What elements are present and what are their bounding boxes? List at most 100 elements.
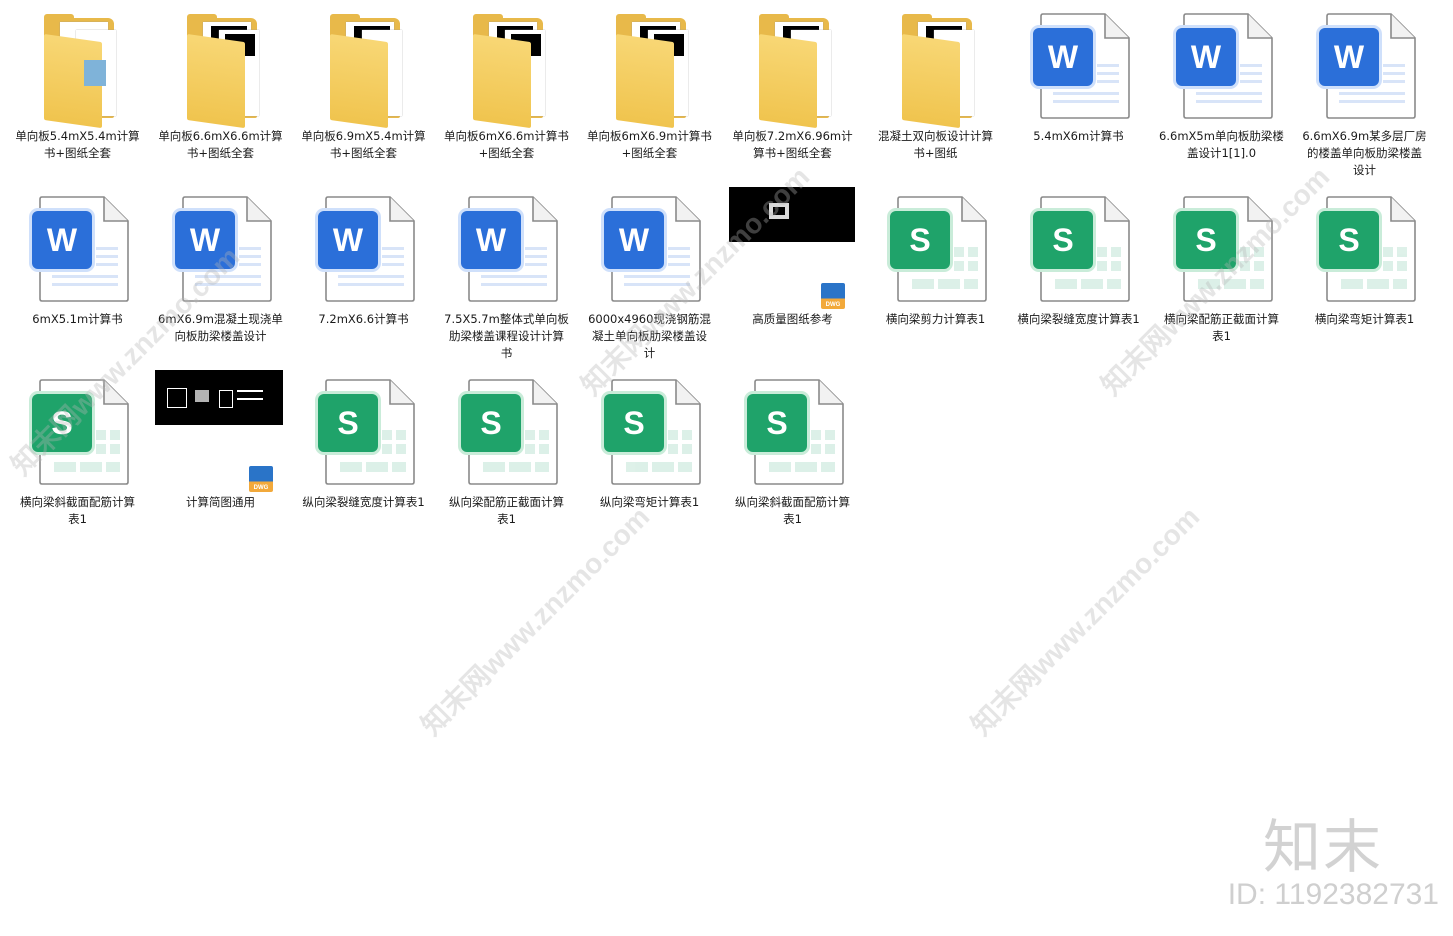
- spreadsheet-icon: S: [435, 366, 578, 488]
- file-item[interactable]: S 横向梁斜截面配筋计算表1: [6, 366, 149, 546]
- file-label: 6mX6.9m混凝土现浇单向板肋梁楼盖设计: [158, 312, 283, 343]
- file-label: 纵向梁斜截面配筋计算表1: [735, 495, 850, 526]
- file-label: 单向板6.9mX5.4m计算书+图纸全套: [301, 129, 426, 160]
- spreadsheet-icon: S: [1150, 183, 1293, 305]
- file-label: 横向梁弯矩计算表1: [1314, 312, 1415, 326]
- file-label: 单向板7.2mX6.96m计算书+图纸全套: [732, 129, 853, 160]
- file-label: 6.6mX6.9m某多层厂房的楼盖单向板肋梁楼盖设计: [1302, 129, 1427, 177]
- file-label: 纵向梁弯矩计算表1: [599, 495, 700, 509]
- file-item[interactable]: 单向板6mX6.6m计算书+图纸全套: [435, 0, 578, 180]
- file-item[interactable]: W 6mX5.1m计算书: [6, 183, 149, 363]
- sheet-s-icon: S: [1033, 211, 1093, 269]
- word-doc-icon: W: [578, 183, 721, 305]
- spreadsheet-icon: S: [6, 366, 149, 488]
- file-label: 计算简图通用: [186, 495, 255, 509]
- file-label: 混凝土双向板设计计算书+图纸: [878, 129, 993, 160]
- spreadsheet-icon: S: [721, 366, 864, 488]
- file-label: 单向板6.6mX6.6m计算书+图纸全套: [158, 129, 283, 160]
- file-item[interactable]: S 横向梁剪力计算表1: [864, 183, 1007, 363]
- word-doc-icon: W: [1007, 0, 1150, 122]
- file-grid: 单向板5.4mX5.4m计算书+图纸全套 单向板6.6mX6.6m计算书+图纸全…: [0, 0, 1453, 936]
- file-item[interactable]: S 横向梁裂缝宽度计算表1: [1007, 183, 1150, 363]
- file-item[interactable]: W 6000x4960现浇钢筋混凝土单向板肋梁楼盖设计: [578, 183, 721, 363]
- dwg-badge-icon: DWG: [249, 466, 273, 492]
- brand-logo: 知末: [1262, 813, 1383, 881]
- folder-icon: [435, 0, 578, 129]
- file-item[interactable]: W 6mX6.9m混凝土现浇单向板肋梁楼盖设计: [149, 183, 292, 363]
- file-label: 7.5X5.7m整体式单向板肋梁楼盖课程设计计算书: [444, 312, 569, 360]
- file-label: 横向梁裂缝宽度计算表1: [1017, 312, 1140, 326]
- folder-icon: [721, 0, 951, 129]
- word-w-icon: W: [1176, 28, 1236, 86]
- file-label: 横向梁剪力计算表1: [885, 312, 986, 326]
- spreadsheet-icon: S: [864, 183, 1007, 305]
- word-w-icon: W: [318, 211, 378, 269]
- sheet-s-icon: S: [1319, 211, 1379, 269]
- file-item[interactable]: S 纵向梁配筋正截面计算表1: [435, 366, 578, 546]
- dwg-drawing-icon: DWG: [721, 183, 864, 309]
- file-item[interactable]: DWG 计算简图通用: [149, 366, 292, 546]
- word-w-icon: W: [175, 211, 235, 269]
- file-item[interactable]: 单向板7.2mX6.96m计算书+图纸全套: [721, 0, 951, 180]
- spreadsheet-icon: S: [292, 366, 435, 488]
- file-label: 单向板6mX6.9m计算书+图纸全套: [587, 129, 712, 160]
- file-item[interactable]: W 6.6mX5m单向板肋梁楼盖设计1[1].0: [1150, 0, 1293, 180]
- word-doc-icon: W: [435, 183, 578, 305]
- file-label: 5.4mX6m计算书: [1033, 129, 1124, 143]
- image-id: ID: 1192382731: [1227, 878, 1439, 911]
- spreadsheet-icon: S: [1293, 183, 1436, 305]
- word-doc-icon: W: [6, 183, 149, 305]
- file-label: 高质量图纸参考: [752, 312, 833, 326]
- file-label: 6mX5.1m计算书: [32, 312, 123, 326]
- file-label: 纵向梁配筋正截面计算表1: [449, 495, 564, 526]
- file-item[interactable]: W 6.6mX6.9m某多层厂房的楼盖单向板肋梁楼盖设计: [1293, 0, 1436, 180]
- word-w-icon: W: [1319, 28, 1379, 86]
- word-doc-icon: W: [1150, 0, 1293, 122]
- spreadsheet-icon: S: [1007, 183, 1150, 305]
- file-item[interactable]: S 横向梁配筋正截面计算表1: [1150, 183, 1293, 363]
- word-w-icon: W: [604, 211, 664, 269]
- folder-icon: [149, 0, 292, 129]
- spreadsheet-icon: S: [578, 366, 721, 488]
- file-item[interactable]: DWG 高质量图纸参考: [721, 183, 864, 363]
- file-item[interactable]: W 5.4mX6m计算书: [1007, 0, 1150, 180]
- file-label: 6000x4960现浇钢筋混凝土单向板肋梁楼盖设计: [588, 312, 711, 360]
- sheet-s-icon: S: [1176, 211, 1236, 269]
- word-w-icon: W: [1033, 28, 1093, 86]
- file-item[interactable]: S 纵向梁裂缝宽度计算表1: [292, 366, 435, 546]
- sheet-s-icon: S: [890, 211, 950, 269]
- folder-icon: [292, 0, 522, 129]
- file-label: 单向板5.4mX5.4m计算书+图纸全套: [15, 129, 140, 160]
- file-label: 单向板6mX6.6m计算书+图纸全套: [444, 129, 569, 160]
- folder-icon: [578, 0, 721, 129]
- file-item[interactable]: 单向板6.6mX6.6m计算书+图纸全套: [149, 0, 292, 180]
- file-item[interactable]: S 横向梁弯矩计算表1: [1293, 183, 1436, 363]
- sheet-s-icon: S: [461, 394, 521, 452]
- file-item[interactable]: 单向板5.4mX5.4m计算书+图纸全套: [6, 0, 242, 180]
- dwg-badge-icon: DWG: [821, 283, 845, 309]
- file-label: 横向梁斜截面配筋计算表1: [20, 495, 135, 526]
- word-w-icon: W: [32, 211, 92, 269]
- sheet-s-icon: S: [318, 394, 378, 452]
- file-label: 横向梁配筋正截面计算表1: [1164, 312, 1279, 343]
- file-label: 6.6mX5m单向板肋梁楼盖设计1[1].0: [1159, 129, 1284, 160]
- sheet-s-icon: S: [604, 394, 664, 452]
- file-label: 纵向梁裂缝宽度计算表1: [302, 495, 425, 509]
- file-item[interactable]: 混凝土双向板设计计算书+图纸: [864, 0, 1094, 180]
- word-doc-icon: W: [1293, 0, 1436, 122]
- word-w-icon: W: [461, 211, 521, 269]
- dwg-drawing-icon: DWG: [149, 366, 292, 492]
- file-item[interactable]: 单向板6mX6.9m计算书+图纸全套: [578, 0, 721, 180]
- sheet-s-icon: S: [32, 394, 92, 452]
- file-item[interactable]: S 纵向梁弯矩计算表1: [578, 366, 721, 546]
- file-item[interactable]: 单向板6.9mX5.4m计算书+图纸全套: [292, 0, 522, 180]
- folder-icon: [864, 0, 1094, 129]
- sheet-s-icon: S: [747, 394, 807, 452]
- file-label: 7.2mX6.6计算书: [318, 312, 409, 326]
- word-doc-icon: W: [149, 183, 292, 305]
- word-doc-icon: W: [292, 183, 435, 305]
- file-item[interactable]: W 7.5X5.7m整体式单向板肋梁楼盖课程设计计算书: [435, 183, 578, 363]
- file-item[interactable]: W 7.2mX6.6计算书: [292, 183, 435, 363]
- folder-icon: [6, 0, 242, 129]
- file-item[interactable]: S 纵向梁斜截面配筋计算表1: [721, 366, 864, 546]
